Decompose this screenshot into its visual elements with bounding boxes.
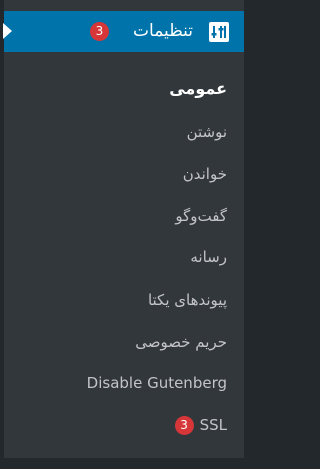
submenu-item-disable-gutenberg[interactable]: Disable Gutenberg	[87, 372, 227, 394]
settings-menu-label: تنظیمات	[133, 21, 193, 41]
submenu-item-ssl[interactable]: 3 SSL	[174, 414, 227, 436]
submenu-item-media[interactable]: رسانه	[190, 246, 227, 268]
submenu-item-privacy[interactable]: حریم خصوصی	[135, 331, 227, 353]
submenu-item-discussion[interactable]: گفت‌وگو	[175, 205, 227, 227]
settings-sliders-icon	[208, 21, 230, 43]
admin-menu: 3 تنظیمات عمومی نوشتن خواندن گفت‌وگو رسا…	[0, 0, 244, 469]
settings-update-badge: 3	[90, 22, 109, 41]
settings-submenu: عمومی نوشتن خواندن گفت‌وگو رسانه پیوندها…	[4, 52, 244, 458]
ssl-update-badge: 3	[174, 415, 194, 435]
menu-item-settings[interactable]: 3 تنظیمات	[3, 11, 244, 52]
submenu-item-permalinks[interactable]: پیوندهای یکتا	[148, 289, 227, 311]
current-menu-pointer	[3, 23, 12, 39]
menu-bottom-divider	[4, 458, 244, 469]
submenu-item-general[interactable]: عمومی	[169, 78, 227, 100]
submenu-item-reading[interactable]: خواندن	[183, 163, 227, 185]
ssl-label: SSL	[199, 416, 227, 434]
submenu-item-writing[interactable]: نوشتن	[187, 121, 227, 143]
